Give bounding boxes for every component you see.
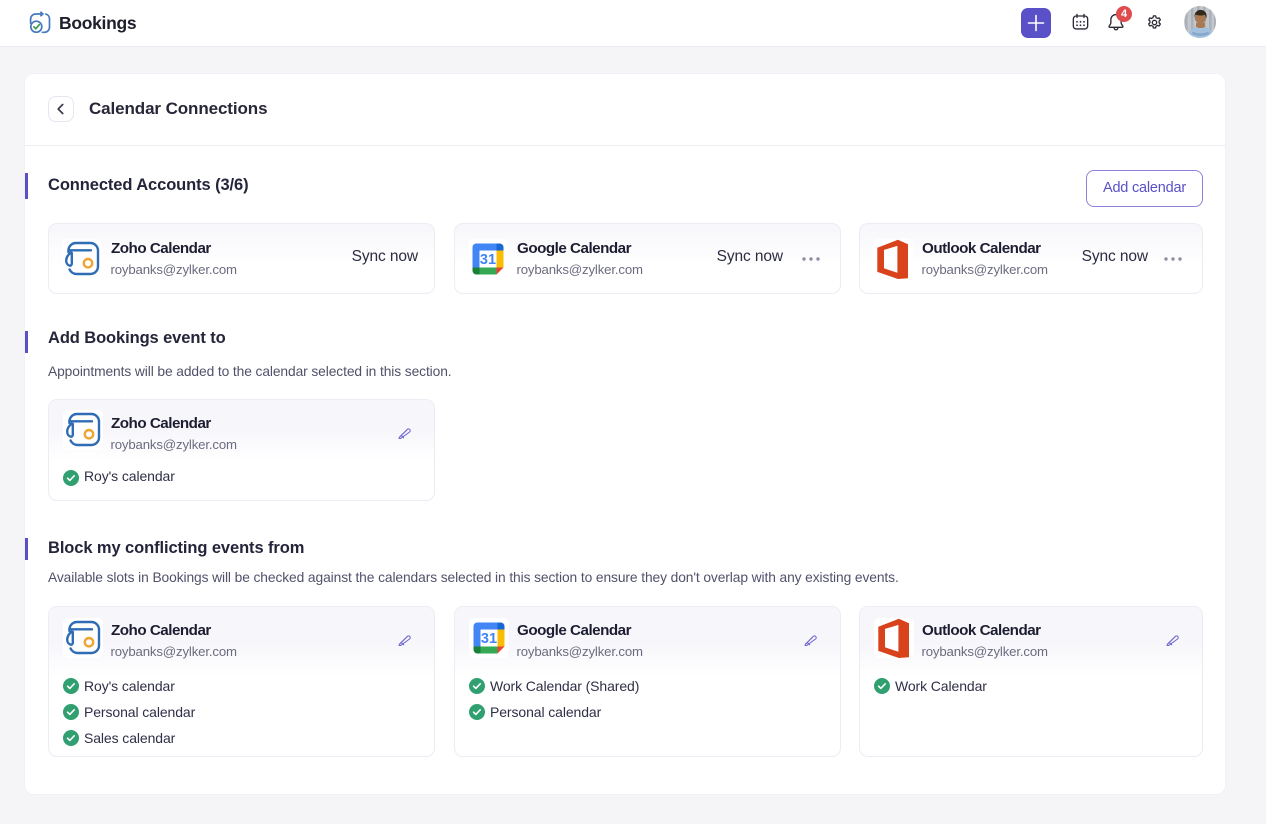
svg-text:31: 31 (480, 252, 496, 268)
svg-text:31: 31 (481, 631, 497, 647)
